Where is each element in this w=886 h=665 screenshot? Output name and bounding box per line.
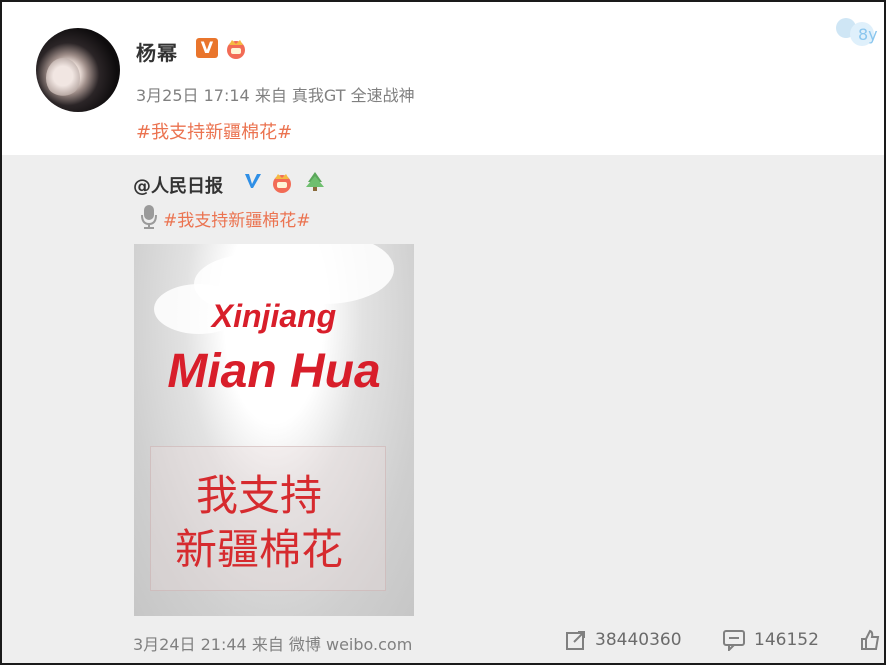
crown-icon bbox=[273, 174, 291, 193]
post-meta: 3月25日 17:14 来自 真我GT 全速战神 bbox=[136, 86, 415, 105]
svg-text:8y: 8y bbox=[858, 25, 878, 44]
like-icon bbox=[861, 629, 880, 650]
poster-text-line2: Mian Hua bbox=[167, 345, 381, 398]
comment-count: 146152 bbox=[754, 630, 819, 650]
corner-decoration-icon: 8y bbox=[836, 18, 878, 46]
crown-icon bbox=[227, 40, 245, 59]
repost-author[interactable]: @人民日报 bbox=[133, 172, 223, 198]
verified-orange-icon: V bbox=[196, 38, 218, 58]
repost-footer-meta: 3月24日 21:44 来自 微博 weibo.com bbox=[133, 635, 413, 654]
verified-blue-icon bbox=[245, 174, 261, 188]
repost-button[interactable]: 38440360 bbox=[565, 629, 682, 651]
avatar[interactable] bbox=[36, 28, 120, 112]
repost-icon bbox=[566, 631, 585, 650]
author-name[interactable]: 杨幂 bbox=[136, 37, 178, 66]
original-post-header: 杨幂 V 3月25日 17:14 来自 真我GT 全速战神 #我支持新疆棉花# … bbox=[2, 2, 884, 155]
comment-icon bbox=[723, 630, 745, 651]
poster-image[interactable]: Xinjiang Mian Hua 我支持 新疆棉花 bbox=[134, 244, 414, 616]
tree-icon bbox=[306, 172, 324, 191]
poster-zh-line1: 我支持 bbox=[195, 471, 322, 520]
comment-button[interactable]: 146152 bbox=[722, 629, 819, 651]
repost-topic-link[interactable]: #我支持新疆棉花# bbox=[163, 206, 311, 231]
poster-zh-line2: 新疆棉花 bbox=[174, 525, 343, 574]
like-button[interactable] bbox=[860, 629, 886, 651]
topic-link[interactable]: #我支持新疆棉花# bbox=[136, 118, 292, 144]
repost-count: 38440360 bbox=[595, 630, 682, 650]
repost-card: @人民日报 #我支持新疆棉花# Xinjiang Mian Hua 我支持 新疆… bbox=[2, 155, 884, 663]
microphone-icon bbox=[141, 205, 157, 229]
poster-text-line1: Xinjiang bbox=[211, 298, 337, 334]
